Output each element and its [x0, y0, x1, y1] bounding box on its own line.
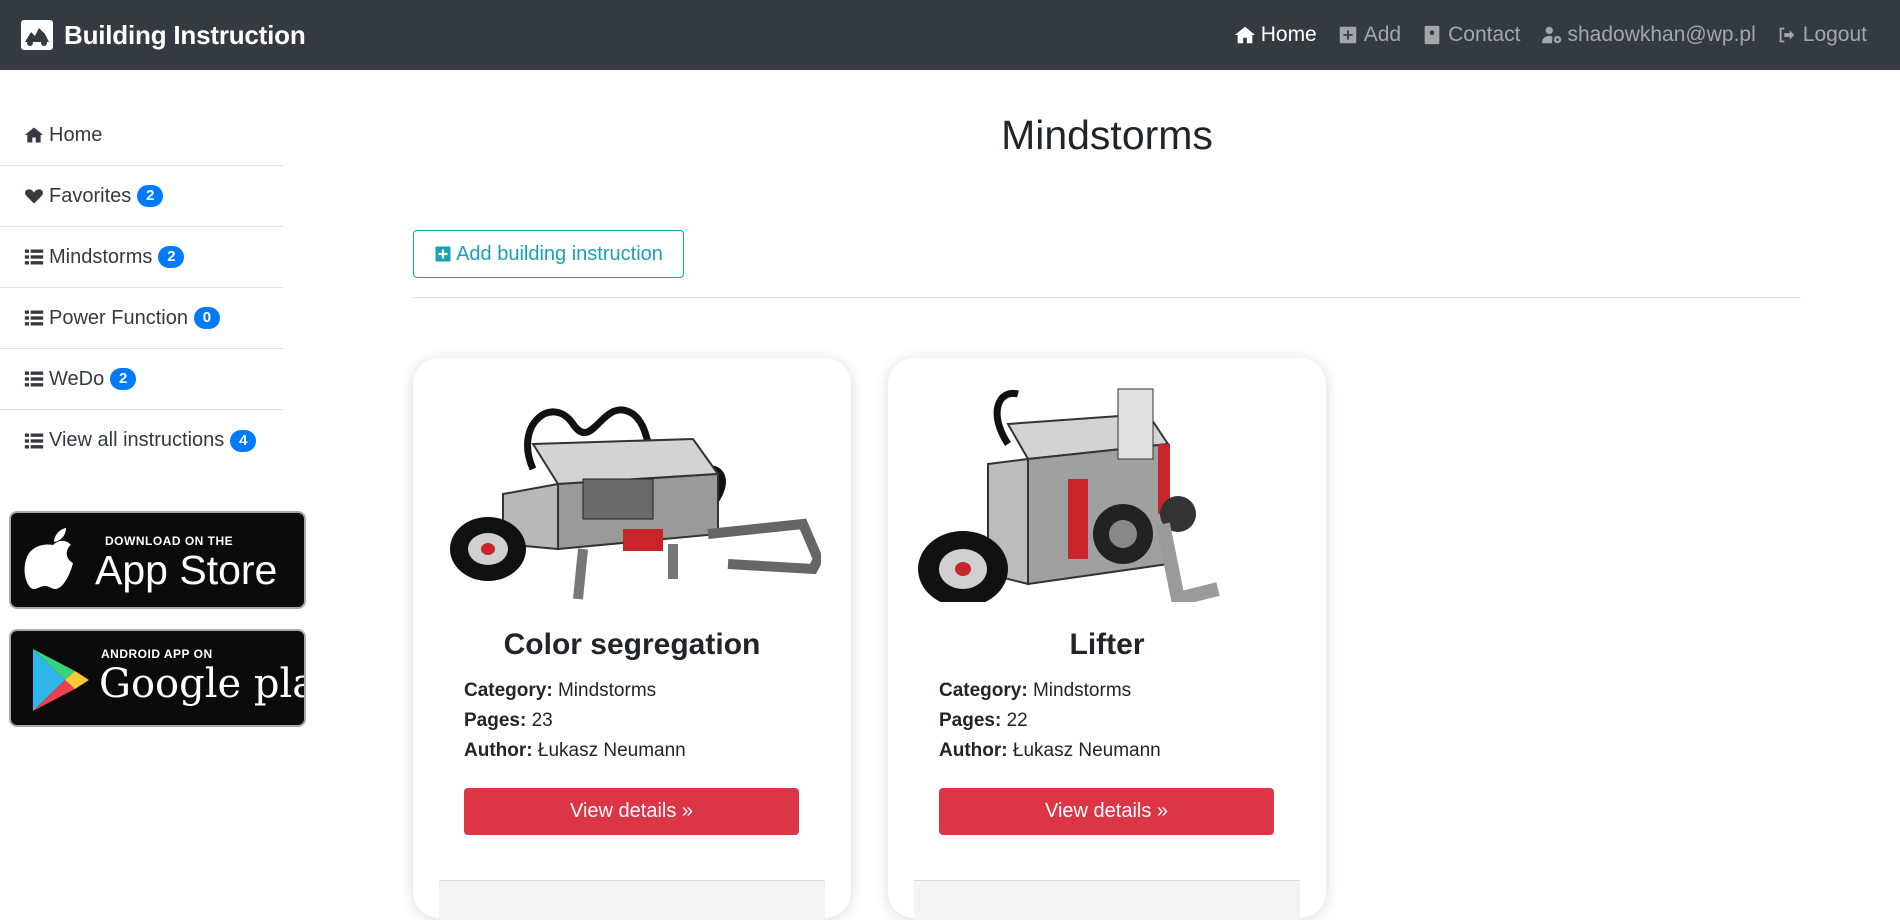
author-value: Łukasz Neumann	[1012, 740, 1161, 761]
nav-contact-label: Contact	[1448, 23, 1521, 46]
heart-icon	[25, 189, 43, 204]
nav-logout-link[interactable]: Logout	[1776, 23, 1867, 47]
nav-user-link[interactable]: shadowkhan@wp.pl	[1541, 23, 1756, 47]
user-cog-icon	[1541, 26, 1561, 44]
list-icon	[24, 310, 44, 326]
count-badge: 0	[193, 307, 220, 329]
category-value: Mindstorms	[1032, 680, 1132, 701]
home-icon	[24, 127, 44, 143]
address-book-icon	[1424, 25, 1440, 45]
card-category: Category: Mindstorms	[464, 680, 656, 702]
count-badge: 2	[110, 368, 137, 390]
robot-image[interactable]	[918, 384, 1296, 602]
nav-add-label: Add	[1363, 23, 1402, 46]
card-footer	[914, 880, 1300, 920]
view-details-button[interactable]: View details »	[464, 788, 799, 835]
sidebar-item-power-function[interactable]: Power Function 0	[0, 288, 283, 349]
sidebar-item-label: Home	[49, 123, 103, 146]
sign-out-icon	[1779, 27, 1795, 43]
google-play-small-text: ANDROID APP ON	[101, 647, 213, 661]
section-divider	[413, 297, 1801, 298]
google-play-badge[interactable]: ANDROID APP ON Google play	[9, 629, 306, 727]
apple-icon	[24, 528, 74, 589]
category-value: Mindstorms	[557, 680, 657, 701]
card-title: Lifter	[1069, 628, 1145, 661]
sidebar-item-mindstorms[interactable]: Mindstorms 2	[0, 227, 283, 288]
nav-home-label: Home	[1260, 23, 1317, 46]
pages-label: Pages:	[464, 710, 527, 731]
card-author: Author: Łukasz Neumann	[939, 740, 1161, 762]
count-badge: 2	[137, 185, 164, 207]
list-icon	[24, 371, 44, 387]
count-badge: 4	[230, 429, 257, 452]
top-navbar: Building Instruction Home Add Contact sh…	[0, 0, 1900, 70]
card-category: Category: Mindstorms	[939, 680, 1131, 702]
app-store-big-text: App Store	[95, 547, 278, 593]
card-author: Author: Łukasz Neumann	[464, 740, 686, 762]
add-building-instruction-button[interactable]: Add building instruction	[413, 230, 684, 278]
list-icon	[24, 249, 44, 265]
card-pages: Pages: 22	[939, 710, 1028, 732]
page-title: Mindstorms	[1001, 112, 1213, 158]
sidebar-item-label: Favorites	[49, 184, 132, 207]
plus-square-icon	[435, 246, 451, 262]
nav-add-link[interactable]: Add	[1337, 23, 1401, 47]
category-label: Category:	[939, 680, 1028, 701]
google-play-big-text: Google play	[99, 661, 304, 707]
plus-square-icon	[1339, 26, 1356, 44]
sidebar-item-view-all[interactable]: View all instructions 4	[0, 410, 283, 471]
author-label: Author:	[464, 740, 533, 761]
instruction-card: Lifter Category: Mindstorms Pages: 22 Au…	[888, 358, 1326, 920]
view-details-button[interactable]: View details »	[939, 788, 1274, 835]
nav-logout-label: Logout	[1802, 23, 1867, 46]
brand-name: Building Instruction	[64, 19, 306, 50]
google-play-icon	[33, 649, 89, 711]
card-pages: Pages: 23	[464, 710, 553, 732]
brand[interactable]: Building Instruction	[21, 18, 306, 52]
add-button-label: Add building instruction	[456, 242, 663, 265]
instruction-card: Color segregation Category: Mindstorms P…	[413, 358, 851, 920]
brand-logo-icon	[21, 20, 53, 50]
author-label: Author:	[939, 740, 1008, 761]
pages-label: Pages:	[939, 710, 1002, 731]
home-icon	[1234, 26, 1255, 44]
sidebar-item-label: Power Function	[49, 306, 188, 329]
sidebar-item-label: WeDo	[49, 367, 105, 390]
list-icon	[24, 433, 44, 448]
author-value: Łukasz Neumann	[537, 740, 686, 761]
nav-contact-link[interactable]: Contact	[1421, 23, 1521, 47]
nav-user-label: shadowkhan@wp.pl	[1567, 23, 1756, 46]
pages-value: 23	[531, 710, 553, 731]
sidebar-item-favorites[interactable]: Favorites 2	[0, 166, 283, 227]
app-store-badge[interactable]: DOWNLOAD ON THE App Store	[9, 511, 306, 609]
sidebar-item-label: View all instructions	[49, 429, 225, 451]
nav-home-link[interactable]: Home	[1234, 23, 1317, 47]
card-title: Color segregation	[503, 628, 761, 661]
count-badge: 2	[158, 246, 185, 268]
sidebar-item-label: Mindstorms	[49, 245, 153, 268]
card-footer	[439, 880, 825, 920]
nav-links: Home Add Contact shadowkhan@wp.pl Logout	[1214, 20, 1867, 50]
robot-image[interactable]	[443, 384, 821, 602]
app-store-small-text: DOWNLOAD ON THE	[105, 534, 234, 548]
pages-value: 22	[1006, 710, 1028, 731]
sidebar-item-home[interactable]: Home	[0, 105, 283, 166]
sidebar-item-wedo[interactable]: WeDo 2	[0, 349, 283, 410]
category-label: Category:	[464, 680, 553, 701]
sidebar: Home Favorites 2 Mindstorms 2 Power Func…	[0, 105, 283, 471]
